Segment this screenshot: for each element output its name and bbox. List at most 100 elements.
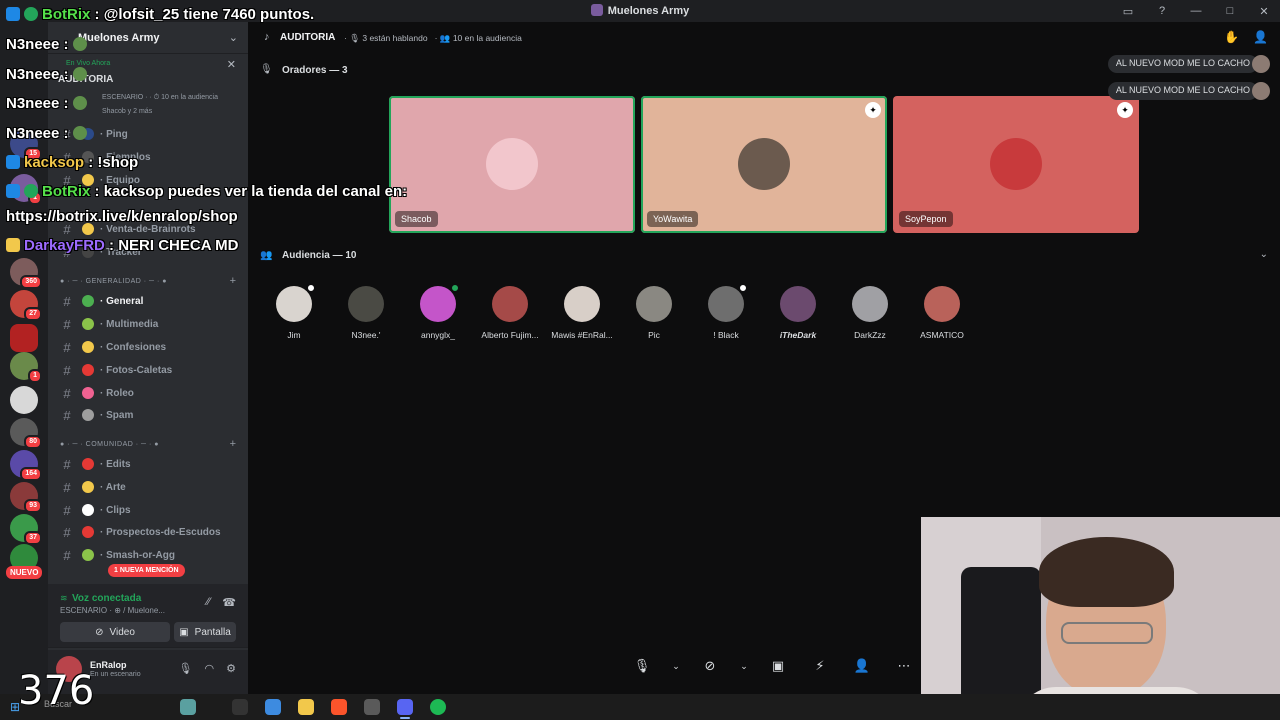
headphones-icon[interactable]: ◠ — [205, 662, 215, 675]
server-icon[interactable]: 80 — [10, 418, 42, 449]
channel-roleo[interactable]: # · Roleo — [56, 383, 242, 403]
category-label: GENERALIDAD — [85, 278, 142, 285]
signal-icon[interactable]: ≋ — [60, 593, 68, 604]
chevron-down-icon[interactable]: ⌄ — [229, 31, 238, 44]
channel-ping[interactable]: # · Ping — [56, 124, 242, 144]
audience-member[interactable]: iTheDark — [762, 286, 834, 340]
avatar — [708, 283, 748, 322]
obs-icon[interactable] — [364, 699, 380, 715]
channel-label: · Spam — [100, 409, 134, 421]
channel-confesiones[interactable]: # · Confesiones — [56, 337, 242, 357]
username[interactable]: EnRalop — [90, 660, 127, 670]
audience-member[interactable]: annyglx_ — [402, 283, 474, 340]
disconnect-icon[interactable]: ☎ — [222, 596, 236, 609]
video-button[interactable]: ⊘ Video — [60, 622, 170, 642]
discord-icon[interactable] — [397, 699, 413, 715]
maximize-button[interactable]: □ — [1222, 3, 1238, 19]
store-icon[interactable] — [265, 699, 281, 715]
hash-icon: # — [63, 126, 71, 142]
more-options-icon[interactable]: ⋯ — [890, 652, 918, 680]
audience-name: ASMATICO — [920, 330, 964, 340]
channel-arte[interactable]: # · Arte — [56, 477, 242, 497]
speaker-tile[interactable]: Shacob — [389, 96, 635, 233]
help-icon[interactable]: ? — [1154, 3, 1170, 19]
server-icon[interactable]: 93 — [10, 482, 42, 513]
microphone-button[interactable]: 🎙 — [628, 652, 656, 680]
new-mention-pill[interactable]: 1 NUEVA MENCIÓN — [108, 564, 185, 577]
guild-header[interactable]: Muelones Army ⌄ — [48, 22, 248, 54]
channel-edits[interactable]: # · Edits — [56, 454, 242, 474]
audience-member[interactable]: ! Black — [690, 283, 762, 340]
speaker-tile[interactable]: ✦ YoWawita — [641, 96, 887, 233]
audience-member[interactable]: Alberto Fujim... — [474, 286, 546, 340]
channel-smash-or-agg[interactable]: # · Smash-or-Agg — [56, 545, 242, 565]
channel-multimedia[interactable]: # · Multimedia — [56, 314, 242, 334]
add-channel-icon[interactable]: + — [230, 438, 236, 450]
channel-spam[interactable]: # · Spam — [56, 405, 242, 425]
hash-icon: # — [63, 221, 71, 237]
category-comunidad[interactable]: ● · ─ · COMUNIDAD · ─ · ● — [60, 441, 159, 448]
channel-general[interactable]: # · General — [56, 291, 242, 311]
audience-member[interactable]: ASMATICO — [906, 286, 978, 340]
category-label: COMUNIDAD — [85, 441, 134, 448]
server-icon[interactable]: 1 — [10, 174, 42, 205]
channel-equipo[interactable]: # · Equipo — [56, 170, 242, 190]
task-view-icon[interactable] — [232, 699, 248, 715]
channel-venta-de-brainrots[interactable]: # · Venta-de-Brainrots — [56, 219, 242, 239]
audience-name: DarkZzz — [854, 330, 886, 340]
mention-badge: 27 — [24, 307, 42, 321]
raise-hand-icon[interactable]: ✋ — [1224, 30, 1239, 44]
add-channel-icon[interactable]: + — [230, 275, 236, 287]
audience-member[interactable]: N3nee.' — [330, 286, 402, 340]
audience-member[interactable]: Mawis #EnRal... — [546, 286, 618, 340]
server-icon[interactable] — [10, 324, 38, 352]
brave-browser-icon[interactable] — [331, 699, 347, 715]
channel-prospectos-de-escudos[interactable]: # · Prospectos-de-Escudos — [56, 522, 242, 542]
voice-status[interactable]: Voz conectada — [72, 593, 141, 604]
channel-emoji-icon — [82, 364, 94, 376]
microphone-icon[interactable]: 🎙 — [179, 662, 193, 675]
invite-icon[interactable]: 👤 — [1253, 30, 1268, 44]
viewer-counter: 376 — [18, 668, 95, 714]
server-icon[interactable] — [10, 386, 38, 414]
channel-clips[interactable]: # · Clips — [56, 500, 242, 520]
spotify-icon[interactable] — [430, 699, 446, 715]
screen-share-icon[interactable]: ▣ — [764, 652, 792, 680]
screen-share-button[interactable]: ▣ Pantalla — [174, 622, 236, 642]
noise-suppression-icon[interactable]: ⁄⁄ — [207, 596, 211, 609]
audience-member[interactable]: Pic — [618, 286, 690, 340]
audience-name: annyglx_ — [420, 330, 456, 340]
mention-badge: 1 — [28, 369, 42, 383]
voice-location[interactable]: ESCENARIO · ⊕ / Muelone... — [60, 606, 165, 615]
inbox-icon[interactable]: ▭ — [1120, 3, 1136, 19]
close-icon[interactable]: ✕ — [227, 58, 236, 71]
widget-icon[interactable] — [180, 699, 196, 715]
channel-fotos-caletas[interactable]: # · Fotos-Caletas — [56, 360, 242, 380]
channel-tracker[interactable]: # · Tracker — [56, 242, 242, 262]
settings-icon[interactable]: ⚙ — [226, 662, 236, 675]
chevron-down-icon[interactable]: ⌄ — [1260, 249, 1268, 260]
camera-off-button[interactable]: ⊘ — [696, 652, 724, 680]
live-label: En Vivo Ahora — [66, 60, 111, 67]
chevron-down-icon[interactable]: ⌄ — [738, 652, 750, 680]
request-speak-icon[interactable]: 👤 — [848, 652, 876, 680]
hash-icon: # — [63, 149, 71, 165]
stage-card-meta: ESCENARIO · · ⏱ 10 en la audiencia — [102, 94, 218, 101]
minimize-button[interactable]: — — [1188, 3, 1204, 19]
audience-member[interactable]: Jim — [258, 283, 330, 340]
hash-icon: # — [63, 172, 71, 188]
server-icon[interactable]: 164 — [10, 450, 42, 481]
server-icon[interactable]: 360 — [10, 258, 42, 289]
speaker-tile[interactable]: ✦ SoyPepon — [893, 96, 1139, 233]
channel-ejemplos[interactable]: # · Ejemplos — [56, 147, 242, 167]
audience-member[interactable]: DarkZzz — [834, 286, 906, 340]
activity-off-icon[interactable]: ⚡ — [806, 652, 834, 680]
close-button[interactable]: ✕ — [1256, 3, 1272, 19]
file-explorer-icon[interactable] — [298, 699, 314, 715]
server-icon[interactable]: 27 — [10, 290, 42, 321]
server-icon[interactable]: 15 — [10, 130, 42, 161]
category-generalidad[interactable]: ● · ─ · GENERALIDAD · ─ · ● — [60, 278, 167, 285]
chevron-down-icon[interactable]: ⌄ — [670, 652, 682, 680]
server-icon[interactable]: 1 — [10, 352, 42, 383]
server-icon[interactable]: 37 — [10, 514, 42, 545]
